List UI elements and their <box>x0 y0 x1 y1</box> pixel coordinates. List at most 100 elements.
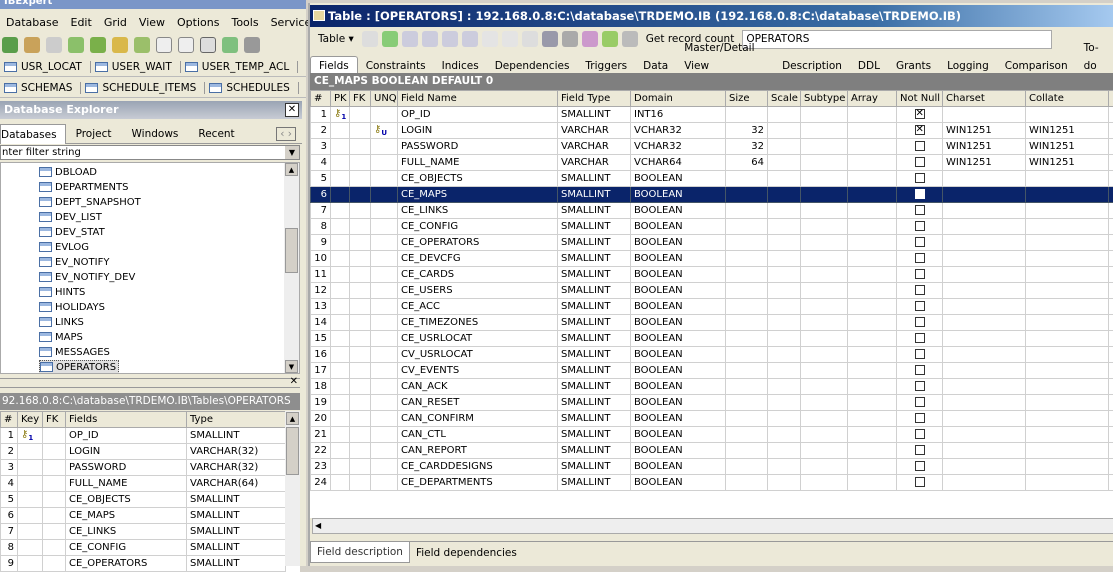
connect-icon[interactable] <box>46 37 62 53</box>
not-null-checkbox[interactable] <box>915 269 925 279</box>
table-row[interactable]: 4FULL_NAMEVARCHARVCHAR6464WIN1251WIN1251 <box>311 155 1113 171</box>
column-header[interactable]: FK <box>350 91 371 107</box>
not-null-checkbox[interactable] <box>915 205 925 215</box>
tree-item-ev_notify[interactable]: EV_NOTIFY <box>39 255 111 269</box>
table-row[interactable]: 18CAN_ACKSMALLINTBOOLEAN <box>311 379 1113 395</box>
splitter[interactable]: ✕ <box>0 378 300 388</box>
not-null-checkbox[interactable] <box>915 189 925 199</box>
table-row[interactable]: 16CV_USRLOCATSMALLINTBOOLEAN <box>311 347 1113 363</box>
quick-tab[interactable]: SCHEDULE_ITEMS <box>81 82 205 94</box>
scroll-up-icon[interactable]: ▲ <box>286 412 299 425</box>
not-null-checkbox[interactable] <box>915 317 925 327</box>
not-null-checkbox[interactable] <box>915 445 925 455</box>
not-null-checkbox[interactable] <box>915 141 925 151</box>
tab-master-detail-view[interactable]: Master/Detail View <box>676 39 774 75</box>
menu-options[interactable]: Options <box>171 16 225 29</box>
disconnect-icon[interactable] <box>68 37 84 53</box>
not-null-checkbox[interactable] <box>915 221 925 231</box>
not-null-checkbox[interactable] <box>915 173 925 183</box>
table-row[interactable]: 14CE_TIMEZONESSMALLINTBOOLEAN <box>311 315 1113 331</box>
quick-tab[interactable]: SCHEMAS <box>0 82 81 94</box>
grid-icon[interactable] <box>522 31 538 47</box>
not-null-checkbox[interactable] <box>915 349 925 359</box>
column-header[interactable]: # <box>1 412 18 428</box>
register-db-icon[interactable] <box>2 37 18 53</box>
table-row[interactable]: 9CE_OPERATORSSMALLINTBOOLEAN <box>311 235 1113 251</box>
tree-item-operators[interactable]: OPERATORS <box>39 360 119 374</box>
edit-icon[interactable] <box>382 31 398 47</box>
horizontal-scrollbar[interactable]: ◀ <box>312 518 1113 534</box>
table-row[interactable]: 20CAN_CONFIRMSMALLINTBOOLEAN <box>311 411 1113 427</box>
not-null-checkbox[interactable] <box>915 461 925 471</box>
move-up-icon[interactable] <box>442 31 458 47</box>
not-null-checkbox[interactable] <box>915 429 925 439</box>
column-header[interactable]: UNQ <box>371 91 398 107</box>
tree-item-ev_notify_dev[interactable]: EV_NOTIFY_DEV <box>39 270 137 284</box>
not-null-checkbox[interactable] <box>915 109 925 119</box>
table-row[interactable]: 21CAN_CTLSMALLINTBOOLEAN <box>311 427 1113 443</box>
table-row[interactable]: 4FULL_NAMEVARCHAR(64) <box>1 476 286 492</box>
menu-view[interactable]: View <box>133 16 171 29</box>
tree-item-hints[interactable]: HINTS <box>39 285 87 299</box>
scroll-down-icon[interactable]: ▼ <box>285 360 298 373</box>
rollback-icon[interactable] <box>502 31 518 47</box>
exit-icon[interactable] <box>134 37 150 53</box>
column-header[interactable]: Not Null <box>897 91 943 107</box>
quick-tab[interactable]: USR_LOCAT <box>0 61 91 73</box>
column-header[interactable]: # <box>311 91 331 107</box>
print-icon[interactable] <box>244 37 260 53</box>
column-header[interactable]: Charset <box>943 91 1026 107</box>
tree-item-dev_stat[interactable]: DEV_STAT <box>39 225 107 239</box>
table-menu-button[interactable]: Table ▾ <box>314 33 358 45</box>
not-null-checkbox[interactable] <box>915 477 925 487</box>
not-null-checkbox[interactable] <box>915 397 925 407</box>
table-row[interactable]: 6CE_MAPSSMALLINT <box>1 508 286 524</box>
table-row[interactable]: 3PASSWORDVARCHAR(32) <box>1 460 286 476</box>
chevron-down-icon[interactable]: ▼ <box>285 146 299 159</box>
not-null-checkbox[interactable] <box>915 237 925 247</box>
table-row[interactable]: 2⚷ULOGINVARCHARVCHAR3232WIN1251WIN1251 <box>311 123 1113 139</box>
menu-edit[interactable]: Edit <box>65 16 98 29</box>
tree-item-evlog[interactable]: EVLOG <box>39 240 91 254</box>
table-row[interactable]: 15CE_USRLOCATSMALLINTBOOLEAN <box>311 331 1113 347</box>
table-row[interactable]: 7CE_LINKSSMALLINTBOOLEAN <box>311 203 1113 219</box>
tree-item-departments[interactable]: DEPARTMENTS <box>39 180 130 194</box>
quick-tab[interactable]: USER_WAIT <box>91 61 181 73</box>
tab-recent[interactable]: Recent <box>188 128 244 140</box>
column-header[interactable]: Collate <box>1026 91 1109 107</box>
quick-tab[interactable]: SCHEDULES <box>205 82 298 94</box>
open-document-icon[interactable] <box>178 37 194 53</box>
menu-tools[interactable]: Tools <box>225 16 264 29</box>
column-header[interactable]: Field Name <box>398 91 558 107</box>
scroll-left-icon[interactable]: ◀ <box>315 521 321 530</box>
tab-field-dependencies[interactable]: Field dependencies <box>410 543 523 563</box>
fields-grid-scrollbar[interactable]: ▲ <box>285 411 300 566</box>
table-name-input[interactable]: OPERATORS <box>742 30 1052 49</box>
table-row[interactable]: 8CE_CONFIGSMALLINTBOOLEAN <box>311 219 1113 235</box>
table-row[interactable]: 2LOGINVARCHAR(32) <box>1 444 286 460</box>
tree-item-messages[interactable]: MESSAGES <box>39 345 112 359</box>
column-header[interactable]: Subtype <box>801 91 848 107</box>
colors-icon[interactable] <box>582 31 598 47</box>
not-null-checkbox[interactable] <box>915 253 925 263</box>
column-header[interactable]: Domain <box>631 91 726 107</box>
tree-item-dbload[interactable]: DBLOAD <box>39 165 99 179</box>
table-row[interactable]: 1⚷1OP_IDSMALLINT <box>1 428 286 444</box>
tab-project[interactable]: Project <box>66 128 122 140</box>
not-null-checkbox[interactable] <box>915 301 925 311</box>
not-null-checkbox[interactable] <box>915 125 925 135</box>
table-row[interactable]: 24CE_DEPARTMENTSSMALLINTBOOLEAN <box>311 475 1113 491</box>
table-row[interactable]: 7CE_LINKSSMALLINT <box>1 524 286 540</box>
tab-field-description[interactable]: Field description <box>310 542 410 563</box>
table-row[interactable]: 10CE_DEVCFGSMALLINTBOOLEAN <box>311 251 1113 267</box>
tree-scrollbar[interactable]: ▲ ▼ <box>284 163 299 373</box>
database-icon[interactable] <box>112 37 128 53</box>
insert-field-icon[interactable] <box>422 31 438 47</box>
new-document-icon[interactable] <box>156 37 172 53</box>
not-null-checkbox[interactable] <box>915 333 925 343</box>
structure-icon[interactable] <box>602 31 618 47</box>
add-field-icon[interactable] <box>402 31 418 47</box>
scroll-up-icon[interactable]: ▲ <box>285 163 298 176</box>
scroll-thumb[interactable] <box>285 228 298 273</box>
scroll-thumb[interactable] <box>286 427 299 475</box>
